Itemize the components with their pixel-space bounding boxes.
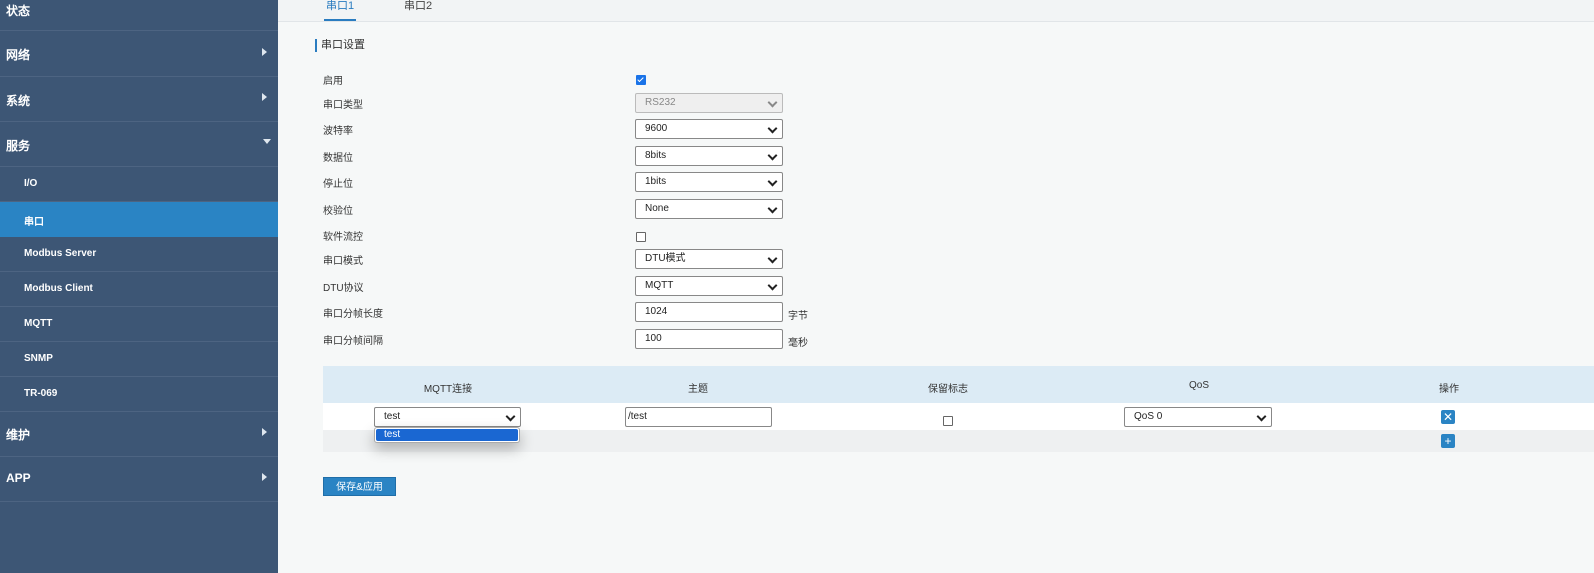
sidebar-item-service[interactable]: 服务: [0, 122, 278, 167]
chevron-down-icon: [1256, 411, 1267, 422]
sidebar-item-modbus-client[interactable]: Modbus Client: [0, 272, 278, 307]
add-row-button[interactable]: +: [1441, 434, 1455, 448]
sidebar-item-io[interactable]: I/O: [0, 167, 278, 202]
baud-rate-label: 波特率: [323, 126, 353, 137]
enable-checkbox[interactable]: [636, 75, 646, 85]
mqtt-connection-select[interactable]: test: [374, 407, 521, 427]
chevron-down-icon: [263, 139, 271, 144]
sidebar-item-network[interactable]: 网络: [0, 31, 278, 77]
section-title: 串口设置: [315, 39, 365, 52]
mqtt-connection-value: test: [384, 411, 401, 422]
chevron-down-icon: [767, 280, 778, 291]
chevron-right-icon: [262, 473, 267, 481]
tab-bar: [278, 0, 1594, 22]
parity-label: 校验位: [323, 206, 353, 217]
dtu-protocol-value: MQTT: [645, 280, 674, 291]
serial-mode-select[interactable]: DTU模式: [635, 249, 783, 269]
data-bits-select[interactable]: 8bits: [635, 146, 783, 166]
chevron-right-icon: [262, 48, 267, 56]
tab-serial-2[interactable]: 串口2: [404, 0, 432, 13]
retain-checkbox[interactable]: [943, 416, 953, 426]
topic-input[interactable]: /test: [625, 407, 772, 427]
baud-rate-select[interactable]: 9600: [635, 119, 783, 139]
column-header-mqtt-connection: MQTT连接: [423, 384, 473, 395]
serial-mode-value: DTU模式: [645, 253, 686, 264]
sidebar-item-app[interactable]: APP: [0, 457, 278, 502]
sidebar-item-label: 串口: [24, 217, 44, 228]
chevron-down-icon: [767, 253, 778, 264]
parity-select[interactable]: None: [635, 199, 783, 219]
sidebar-item-label: 维护: [6, 428, 31, 442]
active-tab-indicator: [324, 19, 356, 21]
sidebar-item-status[interactable]: 状态: [0, 0, 278, 31]
flow-control-label: 软件流控: [323, 232, 363, 243]
serial-type-select[interactable]: RS232: [635, 93, 783, 113]
sidebar: 状态 网络 系统 服务 I/O 串口 Modbus Server Modbus …: [0, 0, 278, 573]
stop-bits-select[interactable]: 1bits: [635, 172, 783, 192]
data-bits-label: 数据位: [323, 153, 353, 164]
sidebar-item-label: 系统: [6, 94, 31, 108]
enable-label: 启用: [323, 76, 343, 87]
sidebar-item-label: APP: [6, 471, 31, 485]
frame-interval-label: 串口分帧间隔: [323, 336, 383, 347]
chevron-down-icon: [505, 411, 516, 422]
sidebar-item-label: 网络: [6, 48, 31, 62]
sidebar-item-system[interactable]: 系统: [0, 77, 278, 122]
chevron-down-icon: [767, 176, 778, 187]
sidebar-item-label: Modbus Server: [24, 248, 97, 259]
stop-bits-label: 停止位: [323, 179, 353, 190]
serial-mode-label: 串口模式: [323, 256, 363, 267]
sidebar-item-tr069[interactable]: TR-069: [0, 377, 278, 412]
table-row: test /test QoS 0 ✕: [323, 403, 1594, 430]
sidebar-item-label: 状态: [6, 4, 31, 18]
qos-select[interactable]: QoS 0: [1124, 407, 1272, 427]
data-bits-value: 8bits: [645, 150, 667, 161]
frame-length-unit: 字节: [788, 311, 808, 322]
serial-type-value: RS232: [645, 97, 676, 108]
chevron-down-icon: [767, 203, 778, 214]
parity-value: None: [645, 203, 669, 214]
flow-control-checkbox[interactable]: [636, 232, 646, 242]
sidebar-item-mqtt[interactable]: MQTT: [0, 307, 278, 342]
chevron-right-icon: [262, 93, 267, 101]
mqtt-connection-dropdown: test: [374, 427, 520, 443]
sidebar-item-label: MQTT: [24, 318, 53, 329]
column-header-retain: 保留标志: [928, 384, 968, 395]
plus-icon: +: [1444, 434, 1452, 448]
sidebar-item-label: Modbus Client: [24, 283, 93, 294]
serial-type-label: 串口类型: [323, 100, 363, 111]
sidebar-item-label: I/O: [24, 178, 38, 189]
chevron-right-icon: [262, 428, 267, 436]
column-header-actions: 操作: [1439, 384, 1459, 395]
sidebar-item-serial[interactable]: 串口: [0, 202, 278, 237]
sidebar-item-label: SNMP: [24, 353, 53, 364]
baud-rate-value: 9600: [645, 123, 668, 134]
frame-interval-unit: 毫秒: [788, 338, 808, 349]
sidebar-item-label: TR-069: [24, 388, 58, 399]
dropdown-option[interactable]: test: [376, 429, 518, 441]
dtu-protocol-select[interactable]: MQTT: [635, 276, 783, 296]
table-header: MQTT连接 主题 保留标志 QoS 操作: [323, 366, 1594, 403]
column-header-qos: QoS: [1188, 380, 1210, 391]
close-icon: ✕: [1442, 410, 1454, 424]
chevron-down-icon: [767, 123, 778, 134]
sidebar-item-label: 服务: [6, 139, 31, 153]
frame-length-label: 串口分帧长度: [323, 309, 383, 320]
chevron-down-icon: [767, 97, 778, 108]
frame-interval-input[interactable]: 100: [635, 329, 783, 349]
sidebar-item-snmp[interactable]: SNMP: [0, 342, 278, 377]
frame-length-input[interactable]: 1024: [635, 302, 783, 322]
sidebar-item-modbus-server[interactable]: Modbus Server: [0, 237, 278, 272]
delete-row-button[interactable]: ✕: [1441, 410, 1455, 424]
chevron-down-icon: [767, 150, 778, 161]
qos-value: QoS 0: [1134, 411, 1163, 422]
sidebar-item-maintenance[interactable]: 维护: [0, 412, 278, 457]
tab-serial-1[interactable]: 串口1: [326, 0, 354, 13]
stop-bits-value: 1bits: [645, 176, 667, 187]
column-header-topic: 主题: [688, 384, 708, 395]
save-apply-button[interactable]: 保存&应用: [323, 477, 396, 496]
dtu-protocol-label: DTU协议: [323, 283, 364, 294]
